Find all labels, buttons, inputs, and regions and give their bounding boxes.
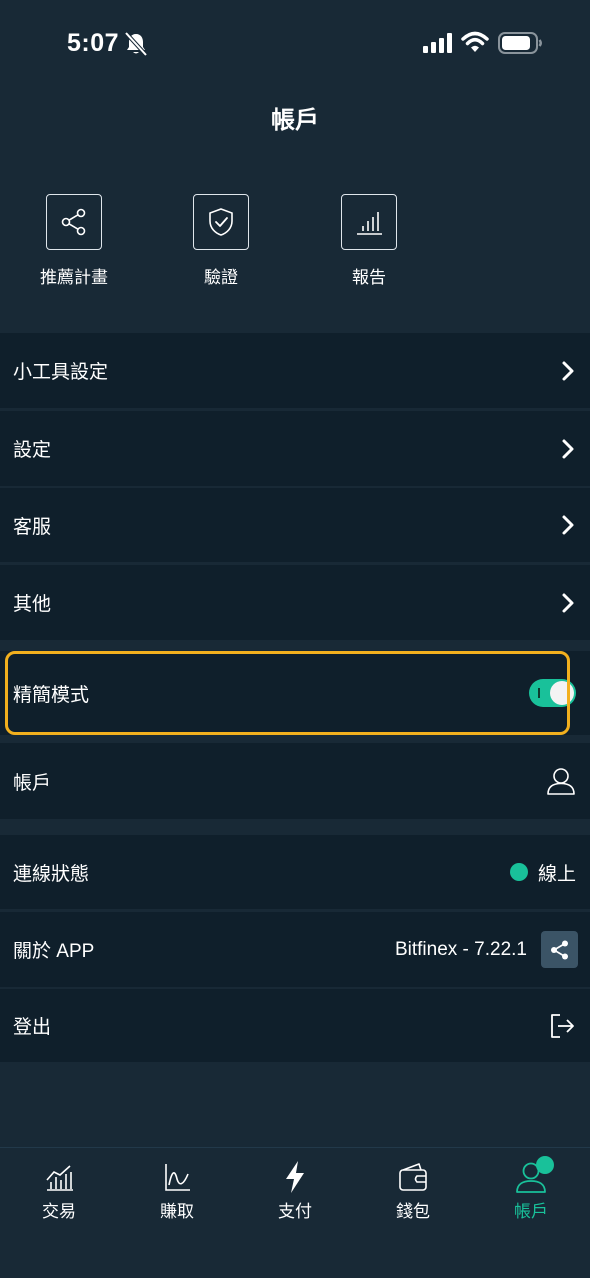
share-network-icon xyxy=(46,194,102,250)
quick-action-label: 報告 xyxy=(352,268,386,287)
menu-item-other[interactable]: 其他 xyxy=(0,565,590,640)
menu-item-label: 精簡模式 xyxy=(13,684,90,706)
verification-button[interactable]: 驗證 xyxy=(161,194,281,294)
bottom-nav: 交易 賺取 支付 錢包 帳戶 xyxy=(0,1147,590,1278)
bell-muted-icon xyxy=(124,31,148,57)
reports-button[interactable]: 報告 xyxy=(309,194,429,294)
chevron-right-icon xyxy=(562,515,574,535)
chevron-right-icon xyxy=(562,361,574,380)
menu-item-label: 帳戶 xyxy=(13,772,52,794)
menu-item-label: 連線狀態 xyxy=(13,863,90,885)
share-button[interactable] xyxy=(541,931,578,968)
wallet-icon xyxy=(399,1163,427,1191)
referral-program-button[interactable]: 推薦計畫 xyxy=(14,194,134,294)
chevron-right-icon xyxy=(562,439,574,458)
toggle-on-mark xyxy=(538,688,540,698)
quick-action-label: 驗證 xyxy=(204,268,238,287)
trading-chart-icon xyxy=(46,1165,73,1191)
menu-item-account[interactable]: 帳戶 xyxy=(0,743,590,819)
menu-item-label: 其他 xyxy=(13,594,52,615)
menu-item-label: 客服 xyxy=(13,516,52,538)
tab-earn[interactable]: 賺取 xyxy=(118,1160,236,1240)
connection-status-text: 線上 xyxy=(537,863,576,885)
battery-icon xyxy=(498,32,542,54)
app-version-text: Bitfinex - 7.22.1 xyxy=(394,938,527,960)
menu-item-logout[interactable]: 登出 xyxy=(0,989,590,1062)
chevron-right-icon xyxy=(562,593,574,612)
simple-mode-toggle[interactable] xyxy=(529,679,576,707)
earn-chart-icon xyxy=(165,1164,190,1191)
menu-item-connection-status: 連線狀態 線上 xyxy=(0,835,590,909)
status-time: 5:07 xyxy=(67,29,120,57)
share-icon xyxy=(550,940,568,959)
nav-label: 錢包 xyxy=(396,1202,430,1221)
nav-label: 帳戶 xyxy=(514,1202,548,1221)
quick-action-label: 推薦計畫 xyxy=(40,268,108,287)
menu-item-label: 小工具設定 xyxy=(13,362,109,383)
tab-wallet[interactable]: 錢包 xyxy=(354,1160,472,1240)
status-bar: 5:07 xyxy=(0,0,590,90)
cellular-signal-icon xyxy=(423,33,452,53)
nav-label: 支付 xyxy=(278,1202,312,1221)
user-icon xyxy=(547,768,575,795)
notification-badge xyxy=(536,1156,554,1174)
tab-account[interactable]: 帳戶 xyxy=(472,1156,590,1240)
nav-label: 交易 xyxy=(42,1202,76,1221)
menu-item-about-app: 關於 APP Bitfinex - 7.22.1 xyxy=(0,912,590,987)
shield-check-icon xyxy=(193,194,249,250)
bar-chart-icon xyxy=(341,194,397,250)
menu-item-label: 登出 xyxy=(13,1017,52,1038)
menu-item-support[interactable]: 客服 xyxy=(0,488,590,562)
page-title: 帳戶 xyxy=(271,107,319,134)
tab-pay[interactable]: 支付 xyxy=(236,1160,354,1240)
quick-actions: 推薦計畫 驗證 報告 xyxy=(0,194,590,304)
logout-icon xyxy=(551,1013,574,1038)
tab-trading[interactable]: 交易 xyxy=(0,1160,118,1240)
menu-item-label: 關於 APP xyxy=(13,941,95,962)
menu-item-simple-mode: 精簡模式 xyxy=(0,651,590,735)
lightning-icon xyxy=(286,1161,304,1193)
menu-item-label: 設定 xyxy=(13,440,52,461)
nav-label: 賺取 xyxy=(160,1202,194,1221)
wifi-icon xyxy=(461,31,489,52)
menu-item-settings[interactable]: 設定 xyxy=(0,411,590,486)
toggle-knob xyxy=(550,681,574,705)
online-status-dot xyxy=(509,863,528,881)
menu-item-widget-settings[interactable]: 小工具設定 xyxy=(0,333,590,408)
